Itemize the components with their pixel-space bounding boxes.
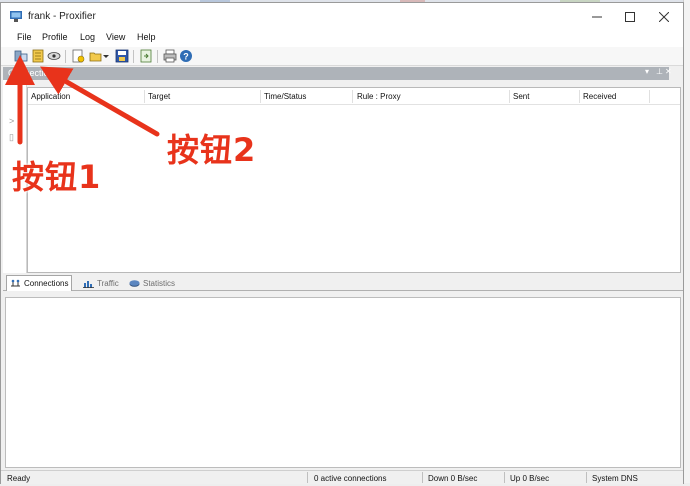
status-separator bbox=[586, 472, 587, 483]
tab-label: Traffic bbox=[97, 278, 119, 288]
column-header-time-status[interactable]: Time/Status bbox=[264, 92, 306, 101]
status-ready: Ready bbox=[7, 474, 31, 483]
status-bar: Ready 0 active connections Down 0 B/sec … bbox=[1, 470, 683, 484]
tab-connections[interactable]: Connections bbox=[6, 275, 73, 291]
save-profile-icon[interactable] bbox=[115, 49, 129, 63]
close-icon bbox=[659, 11, 669, 22]
menu-log[interactable]: Log bbox=[80, 32, 95, 42]
status-active-connections: 0 active connections bbox=[314, 474, 387, 483]
tab-label: Connections bbox=[24, 279, 69, 288]
column-header-rule-proxy[interactable]: Rule : Proxy bbox=[357, 92, 401, 101]
svg-text:?: ? bbox=[183, 52, 189, 62]
log-output-pane[interactable] bbox=[5, 297, 681, 468]
name-resolution-icon[interactable] bbox=[47, 49, 61, 63]
toolbar-separator bbox=[133, 50, 134, 63]
minimize-button[interactable] bbox=[580, 3, 614, 30]
proxifier-app-icon bbox=[10, 11, 22, 22]
column-divider[interactable] bbox=[352, 90, 353, 103]
column-header-received[interactable]: Received bbox=[583, 92, 616, 101]
connections-table[interactable]: Application Target Time/Status Rule : Pr… bbox=[27, 87, 681, 273]
column-divider[interactable] bbox=[144, 90, 145, 103]
status-download-rate: Down 0 B/sec bbox=[428, 474, 478, 483]
menu-view[interactable]: View bbox=[106, 32, 125, 42]
tab-label: Statistics bbox=[143, 278, 176, 288]
minimize-icon bbox=[592, 16, 602, 17]
expand-arrow-icon: > bbox=[9, 116, 15, 126]
proxification-rules-icon[interactable] bbox=[31, 49, 45, 63]
annotation-label-button1: 按钮1 bbox=[12, 158, 102, 196]
column-divider[interactable] bbox=[649, 90, 650, 103]
proxy-servers-icon[interactable] bbox=[14, 49, 28, 63]
panel-close-icon[interactable]: ✕ bbox=[665, 67, 672, 76]
status-dns-mode: System DNS bbox=[592, 474, 638, 483]
status-separator bbox=[422, 472, 423, 483]
column-divider[interactable] bbox=[260, 90, 261, 103]
tab-statistics[interactable]: Statistics bbox=[126, 275, 178, 291]
menu-bar: File Profile Log View Help bbox=[1, 30, 683, 47]
toolbar: ? bbox=[1, 47, 683, 66]
menu-profile[interactable]: Profile bbox=[42, 32, 68, 42]
annotation-label-button2: 按钮2 bbox=[167, 131, 257, 169]
export-icon[interactable] bbox=[139, 49, 153, 63]
status-separator bbox=[504, 472, 505, 483]
new-profile-icon[interactable] bbox=[71, 49, 85, 63]
status-separator bbox=[307, 472, 308, 483]
connections-icon bbox=[11, 279, 20, 287]
menu-file[interactable]: File bbox=[17, 32, 32, 42]
column-header-sent[interactable]: Sent bbox=[513, 92, 529, 101]
connections-panel-header: Connections ▾ ⊥ ✕ bbox=[3, 67, 672, 80]
open-profile-icon[interactable] bbox=[89, 49, 103, 63]
maximize-icon bbox=[625, 11, 635, 22]
toolbar-separator bbox=[157, 50, 158, 63]
panel-title: Connections bbox=[8, 68, 59, 78]
column-header-target[interactable]: Target bbox=[148, 92, 170, 101]
column-divider[interactable] bbox=[579, 90, 580, 103]
panel-pin-icon[interactable]: ⊥ bbox=[656, 67, 663, 76]
status-upload-rate: Up 0 B/sec bbox=[510, 474, 550, 483]
window-title: frank - Proxifier bbox=[28, 11, 96, 22]
table-header-row: Application Target Time/Status Rule : Pr… bbox=[28, 88, 680, 105]
column-divider[interactable] bbox=[509, 90, 510, 103]
traffic-chart-icon bbox=[83, 280, 94, 288]
maximize-button[interactable] bbox=[613, 3, 647, 30]
background-window-edge bbox=[683, 0, 690, 486]
column-header-application[interactable]: Application bbox=[31, 92, 70, 101]
dropdown-arrow-icon[interactable] bbox=[102, 49, 110, 63]
statistics-icon bbox=[129, 279, 140, 287]
panel-menu-icon[interactable]: ▾ bbox=[645, 67, 649, 76]
menu-help[interactable]: Help bbox=[137, 32, 156, 42]
proxifier-window: frank - Proxifier File Profile Log View … bbox=[0, 2, 684, 484]
toolbar-separator bbox=[65, 50, 66, 63]
help-icon[interactable]: ? bbox=[179, 49, 193, 63]
print-icon[interactable] bbox=[163, 49, 177, 63]
doc-icon: ▯ bbox=[9, 132, 14, 142]
bottom-tab-strip: Connections Traffic Statistics bbox=[3, 274, 683, 291]
title-bar: frank - Proxifier bbox=[1, 3, 683, 30]
tab-traffic[interactable]: Traffic bbox=[80, 275, 122, 291]
close-button[interactable] bbox=[647, 3, 681, 30]
